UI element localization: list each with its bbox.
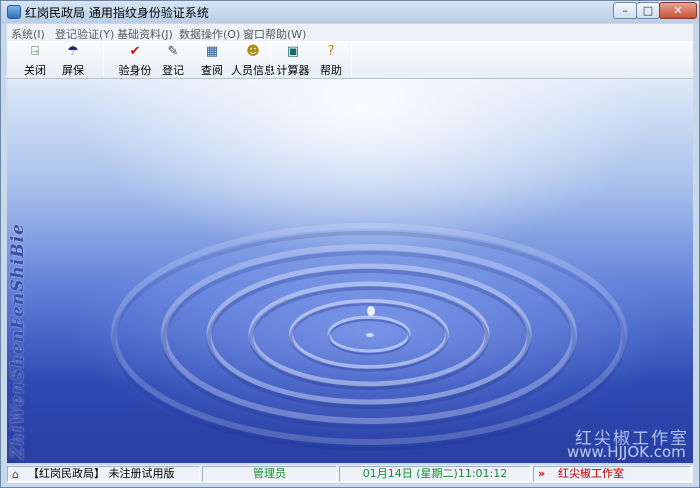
watermark-url: www.HJJOK.com: [567, 443, 686, 461]
water-droplet: [367, 306, 375, 316]
status-datetime-text: 01月14日 (星期二)11:01:12: [362, 467, 508, 480]
umbrella-icon: ☂: [67, 44, 79, 59]
status-bar: ⌂ 【红岗民政局】 未注册试用版 管理员 01月14日 (星期二)11:01:1…: [7, 465, 693, 483]
help-icon: ?: [327, 44, 335, 59]
status-datetime-panel: 01月14日 (星期二)11:01:12: [339, 466, 531, 482]
status-user-text: 管理员: [253, 467, 286, 480]
double-arrow-icon: »: [538, 467, 546, 480]
menu-data-ops[interactable]: 数据操作(O): [179, 26, 240, 42]
menu-register-verify[interactable]: 登记验证(Y): [55, 26, 114, 42]
screensaver-button[interactable]: ☂ 屏保: [55, 43, 91, 78]
toolbar-separator: [351, 44, 352, 76]
status-studio-panel[interactable]: » 红尖椒工作室: [533, 466, 691, 482]
status-studio-text: 红尖椒工作室: [558, 467, 624, 480]
menu-base-data[interactable]: 基础资料(J): [117, 26, 173, 42]
toolbar-separator: [270, 44, 271, 76]
register-button[interactable]: ✎ 登记: [157, 43, 189, 78]
home-icon: ⌂: [12, 468, 19, 481]
minimize-button[interactable]: –: [613, 2, 637, 19]
water-ripple-image: [69, 223, 669, 451]
lookup-button[interactable]: ▦ 查阅: [195, 43, 229, 78]
toolbar: ⍈ 关闭 ☂ 屏保 ✔ 验身份 ✎ 登记 ▦ 查阅 ☻ 人员信息 ▣ 计算器 ?…: [7, 41, 693, 79]
status-user-panel: 管理员: [202, 466, 337, 482]
lookup-grid-icon: ▦: [205, 44, 219, 59]
menu-system[interactable]: 系统(I): [11, 26, 45, 42]
title-bar[interactable]: 红岗民政局 通用指纹身份验证系统 – □ ✕: [1, 1, 699, 23]
close-button[interactable]: ✕: [659, 2, 697, 19]
maximize-button[interactable]: □: [636, 2, 660, 19]
status-org-text: 【红岗民政局】 未注册试用版: [28, 467, 175, 480]
status-org-panel: ⌂ 【红岗民政局】 未注册试用版: [7, 466, 200, 482]
main-window: 红岗民政局 通用指纹身份验证系统 – □ ✕ 系统(I) 登记验证(Y) 基础资…: [0, 0, 700, 488]
calculator-icon: ▣: [286, 44, 300, 59]
exit-door-icon: ⍈: [31, 44, 39, 59]
menu-window-help[interactable]: 窗口帮助(W): [243, 26, 306, 42]
help-button[interactable]: ? 帮助: [317, 43, 345, 78]
desktop-background: ZhiWenShenFenShiBie 红尖椒工作室 www.HJJOK.com: [7, 79, 693, 463]
verify-identity-button[interactable]: ✔ 验身份: [115, 43, 155, 78]
app-icon: [7, 5, 21, 19]
checkmark-icon: ✔: [129, 44, 141, 59]
close-app-button[interactable]: ⍈ 关闭: [17, 43, 53, 78]
menu-bar: 系统(I) 登记验证(Y) 基础资料(J) 数据操作(O) 窗口帮助(W): [7, 24, 693, 41]
side-watermark-text: ZhiWenShenFenShiBie: [8, 223, 28, 459]
pencil-icon: ✎: [167, 44, 179, 59]
toolbar-separator: [103, 44, 104, 76]
calculator-button[interactable]: ▣ 计算器: [275, 43, 311, 78]
window-title: 红岗民政局 通用指纹身份验证系统: [25, 6, 209, 20]
people-icon: ☻: [246, 44, 260, 59]
